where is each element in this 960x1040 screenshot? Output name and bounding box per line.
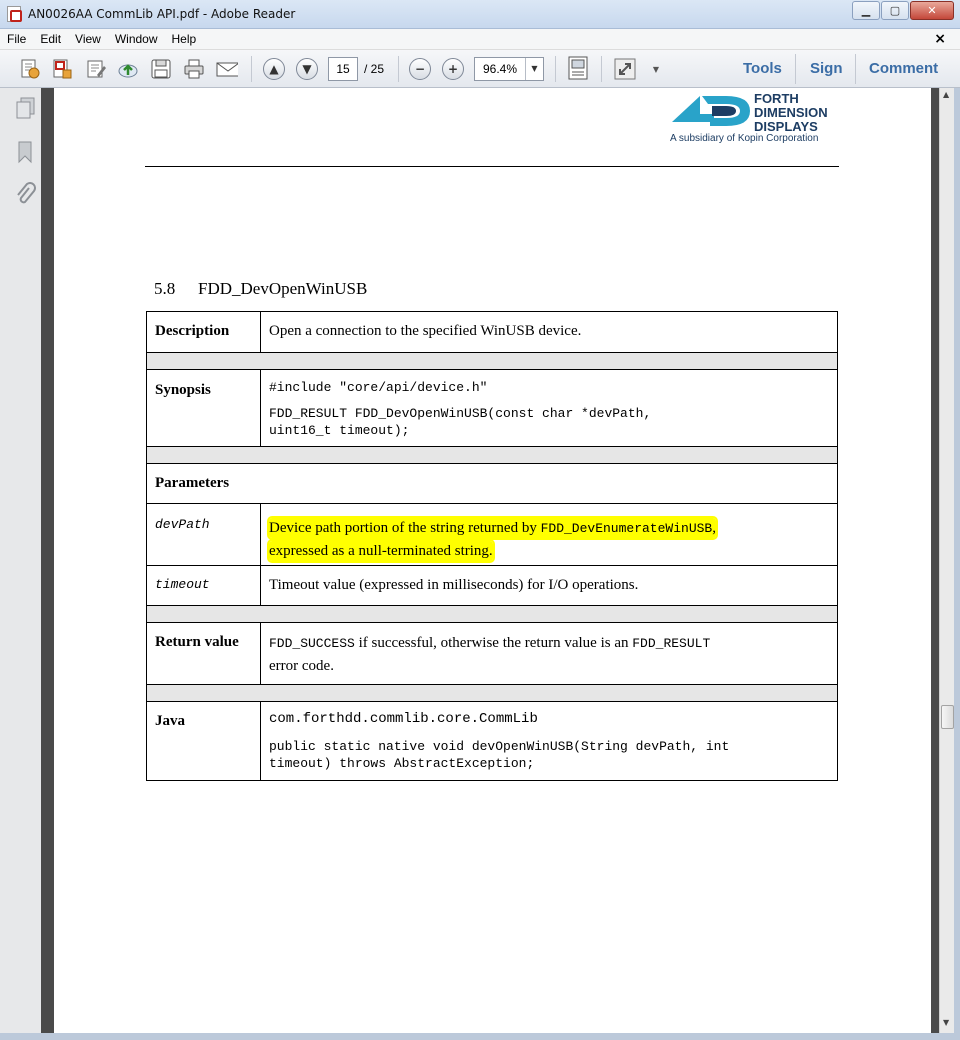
attachment-icon[interactable] — [14, 182, 36, 204]
return-value-label: Return value — [146, 622, 261, 685]
create-icon[interactable] — [19, 58, 41, 80]
table-row: Return value FDD_SUCCESS if successful, … — [146, 622, 838, 685]
chevron-down-icon[interactable]: ▼ — [525, 58, 543, 80]
close-document-button[interactable]: × — [934, 31, 946, 47]
sign-button[interactable]: Sign — [810, 60, 843, 77]
table-row: Description Open a connection to the spe… — [146, 311, 838, 353]
next-page-icon[interactable]: ▼ — [296, 58, 318, 80]
scroll-down-icon[interactable]: ▼ — [943, 1018, 949, 1027]
pages-icon[interactable] — [14, 96, 36, 119]
title-bar: AN0026AA CommLib API.pdf - Adobe Reader … — [0, 0, 960, 29]
zoom-select[interactable]: 96.4% ▼ — [474, 57, 544, 81]
description-text: Open a connection to the specified WinUS… — [260, 311, 838, 353]
bookmark-icon[interactable] — [14, 140, 36, 164]
param-devpath-text: Device path portion of the string return… — [260, 503, 838, 566]
synopsis-text: #include "core/api/device.h" FDD_RESULT … — [260, 369, 838, 447]
parameters-label: Parameters — [146, 463, 838, 504]
api-spec-table: Description Open a connection to the spe… — [146, 311, 838, 781]
zoom-in-icon[interactable]: + — [442, 58, 464, 80]
minimize-button[interactable]: ▁ — [852, 1, 880, 20]
menu-bar: File Edit View Window Help × — [0, 29, 960, 50]
print-icon[interactable] — [183, 58, 205, 80]
mail-icon[interactable] — [216, 58, 238, 80]
prev-page-icon[interactable]: ▲ — [263, 58, 285, 80]
scroll-up-icon[interactable]: ▲ — [943, 90, 949, 99]
table-row: Synopsis #include "core/api/device.h" FD… — [146, 369, 838, 447]
menu-file[interactable]: File — [0, 32, 33, 46]
maximize-button[interactable]: ▢ — [881, 1, 909, 20]
save-icon[interactable] — [150, 58, 172, 80]
table-row: timeout Timeout value (expressed in mill… — [146, 565, 838, 606]
section-title: FDD_DevOpenWinUSB — [198, 279, 368, 298]
logo-wordmark: FORTH DIMENSION DISPLAYS — [754, 91, 828, 134]
param-timeout-name: timeout — [146, 565, 261, 606]
param-devpath-name: devPath — [146, 503, 261, 566]
table-row: devPath Device path portion of the strin… — [146, 503, 838, 566]
upload-icon[interactable] — [117, 58, 139, 80]
param-timeout-text: Timeout value (expressed in milliseconds… — [260, 565, 838, 606]
return-value-text: FDD_SUCCESS if successful, otherwise the… — [260, 622, 838, 685]
section-number: 5.8 — [154, 279, 176, 298]
java-text: com.forthdd.commlib.core.CommLib public … — [260, 701, 838, 781]
logo-subtitle: A subsidiary of Kopin Corporation — [670, 133, 819, 144]
page-gutter-right — [931, 88, 939, 1033]
comment-button[interactable]: Comment — [869, 60, 938, 77]
close-window-button[interactable]: ✕ — [910, 1, 954, 20]
scroll-thumb[interactable] — [941, 705, 954, 729]
menu-view[interactable]: View — [68, 32, 108, 46]
zoom-out-icon[interactable]: − — [409, 58, 431, 80]
fit-page-icon[interactable] — [567, 56, 589, 80]
page-number-input[interactable]: 15 — [328, 57, 358, 81]
section-heading: 5.8 FDD_DevOpenWinUSB — [154, 279, 367, 299]
description-label: Description — [146, 311, 261, 353]
tools-button[interactable]: Tools — [743, 60, 782, 77]
page-total: / 25 — [364, 62, 385, 76]
fullscreen-icon[interactable] — [614, 58, 636, 80]
page-gutter-left — [41, 88, 54, 1033]
menu-help[interactable]: Help — [165, 32, 204, 46]
edit-icon[interactable] — [85, 58, 107, 80]
table-row: Parameters — [146, 463, 838, 504]
vertical-scrollbar[interactable]: ▲ ▼ — [939, 88, 954, 1033]
export-icon[interactable] — [51, 58, 73, 80]
menu-edit[interactable]: Edit — [33, 32, 68, 46]
window-title: AN0026AA CommLib API.pdf - Adobe Reader — [28, 7, 296, 21]
pdf-doc-icon — [7, 6, 22, 22]
toolbar-more-icon[interactable]: ▼ — [645, 58, 667, 80]
window-controls: ▁ ▢ ✕ — [852, 1, 954, 20]
java-label: Java — [146, 701, 261, 781]
zoom-value: 96.4% — [482, 62, 518, 76]
header-rule — [145, 166, 839, 167]
menu-window[interactable]: Window — [108, 32, 165, 46]
table-row: Java com.forthdd.commlib.core.CommLib pu… — [146, 701, 838, 781]
synopsis-label: Synopsis — [146, 369, 261, 447]
